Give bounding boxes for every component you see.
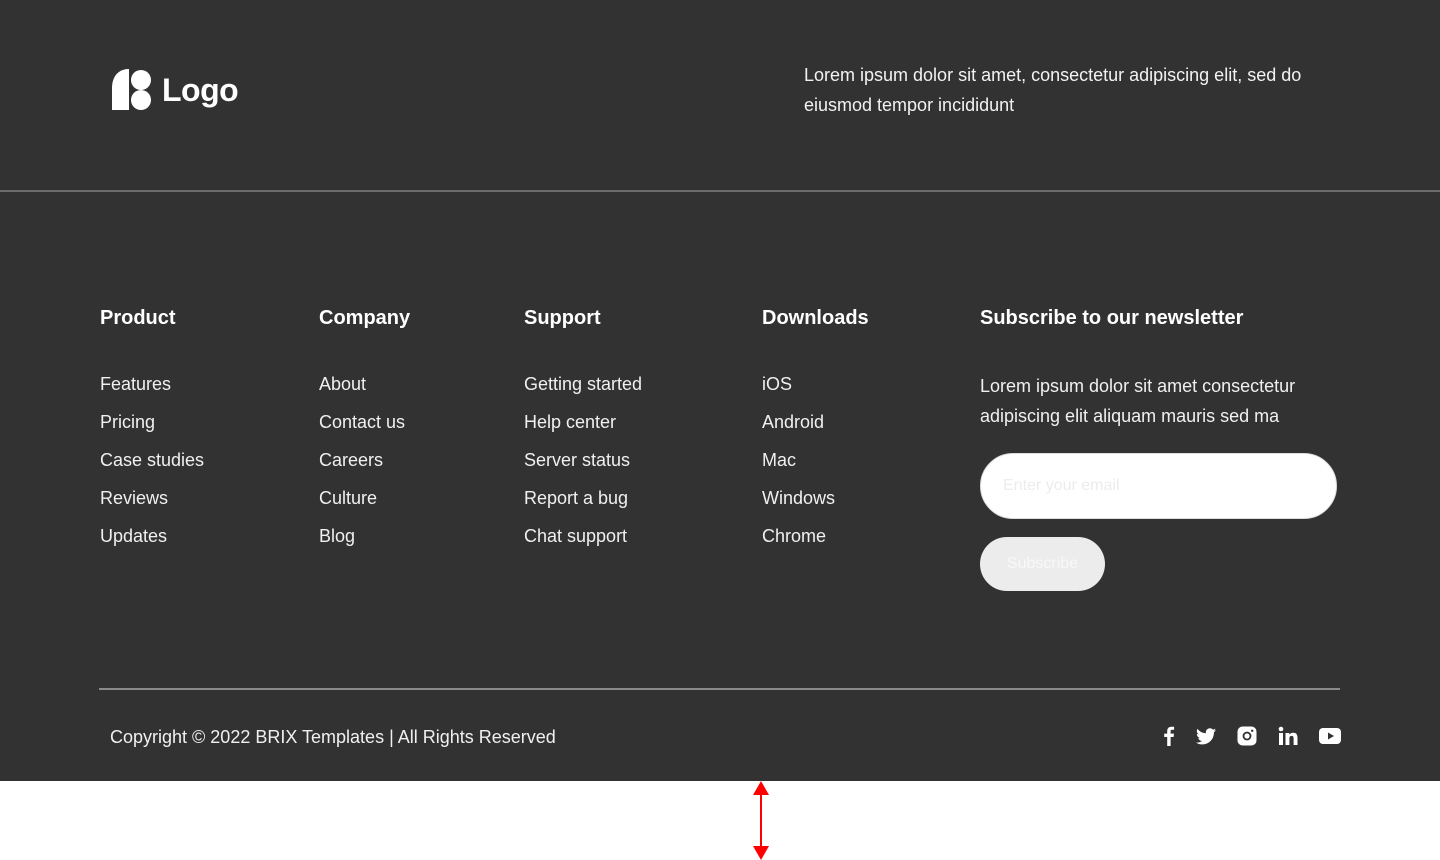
- facebook-icon[interactable]: [1157, 724, 1181, 748]
- logo[interactable]: Logo: [110, 68, 239, 112]
- site-footer: Logo Lorem ipsum dolor sit amet, consect…: [0, 0, 1440, 781]
- footer-link-updates[interactable]: Updates: [100, 517, 204, 555]
- footer-link-chrome[interactable]: Chrome: [762, 517, 869, 555]
- footer-link-reviews[interactable]: Reviews: [100, 479, 204, 517]
- footer-link-windows[interactable]: Windows: [762, 479, 869, 517]
- footer-link-pricing[interactable]: Pricing: [100, 403, 204, 441]
- column-links: Getting started Help center Server statu…: [524, 365, 642, 555]
- email-input[interactable]: [980, 453, 1337, 519]
- footer-column-downloads: Downloads iOS Android Mac Windows Chrome: [762, 305, 869, 555]
- column-title: Downloads: [762, 307, 869, 329]
- footer-link-chat-support[interactable]: Chat support: [524, 517, 642, 555]
- footer-column-product: Product Features Pricing Case studies Re…: [100, 305, 204, 555]
- footer-link-ios[interactable]: iOS: [762, 365, 869, 403]
- newsletter-title: Subscribe to our newsletter: [980, 307, 1244, 329]
- footer-link-help-center[interactable]: Help center: [524, 403, 642, 441]
- footer-link-mac[interactable]: Mac: [762, 441, 869, 479]
- column-title: Product: [100, 307, 176, 329]
- footer-column-company: Company About Contact us Careers Culture…: [319, 305, 410, 555]
- column-links: About Contact us Careers Culture Blog: [319, 365, 410, 555]
- footer-link-about[interactable]: About: [319, 365, 410, 403]
- footer-link-server-status[interactable]: Server status: [524, 441, 642, 479]
- footer-link-report-a-bug[interactable]: Report a bug: [524, 479, 642, 517]
- copyright-text: Copyright © 2022 BRIX Templates | All Ri…: [110, 727, 556, 747]
- logo-mark-icon: [112, 69, 151, 110]
- footer-column-support: Support Getting started Help center Serv…: [524, 305, 642, 555]
- top-divider: [0, 190, 1440, 192]
- bottom-divider: [99, 688, 1340, 690]
- column-title: Company: [319, 307, 411, 329]
- header-description: Lorem ipsum dolor sit amet, consectetur …: [804, 65, 1302, 115]
- logo-text: Logo: [162, 71, 239, 108]
- footer-link-careers[interactable]: Careers: [319, 441, 410, 479]
- subscribe-button[interactable]: Subscribe: [980, 537, 1105, 591]
- column-links: iOS Android Mac Windows Chrome: [762, 365, 869, 555]
- column-title: Support: [524, 307, 601, 329]
- footer-link-case-studies[interactable]: Case studies: [100, 441, 204, 479]
- footer-link-features[interactable]: Features: [100, 365, 204, 403]
- instagram-icon[interactable]: [1235, 724, 1259, 748]
- youtube-icon[interactable]: [1318, 724, 1342, 748]
- column-links: Features Pricing Case studies Reviews Up…: [100, 365, 204, 555]
- footer-link-getting-started[interactable]: Getting started: [524, 365, 642, 403]
- twitter-icon[interactable]: [1194, 724, 1218, 748]
- newsletter-description: Lorem ipsum dolor sit amet consectetur a…: [980, 376, 1296, 426]
- footer-link-culture[interactable]: Culture: [319, 479, 410, 517]
- footer-link-contact-us[interactable]: Contact us: [319, 403, 410, 441]
- footer-link-blog[interactable]: Blog: [319, 517, 410, 555]
- newsletter-section: Subscribe to our newsletter Lorem ipsum …: [980, 305, 1340, 431]
- linkedin-icon[interactable]: [1276, 724, 1300, 748]
- footer-link-android[interactable]: Android: [762, 403, 869, 441]
- resize-arrow-icon: [753, 781, 769, 860]
